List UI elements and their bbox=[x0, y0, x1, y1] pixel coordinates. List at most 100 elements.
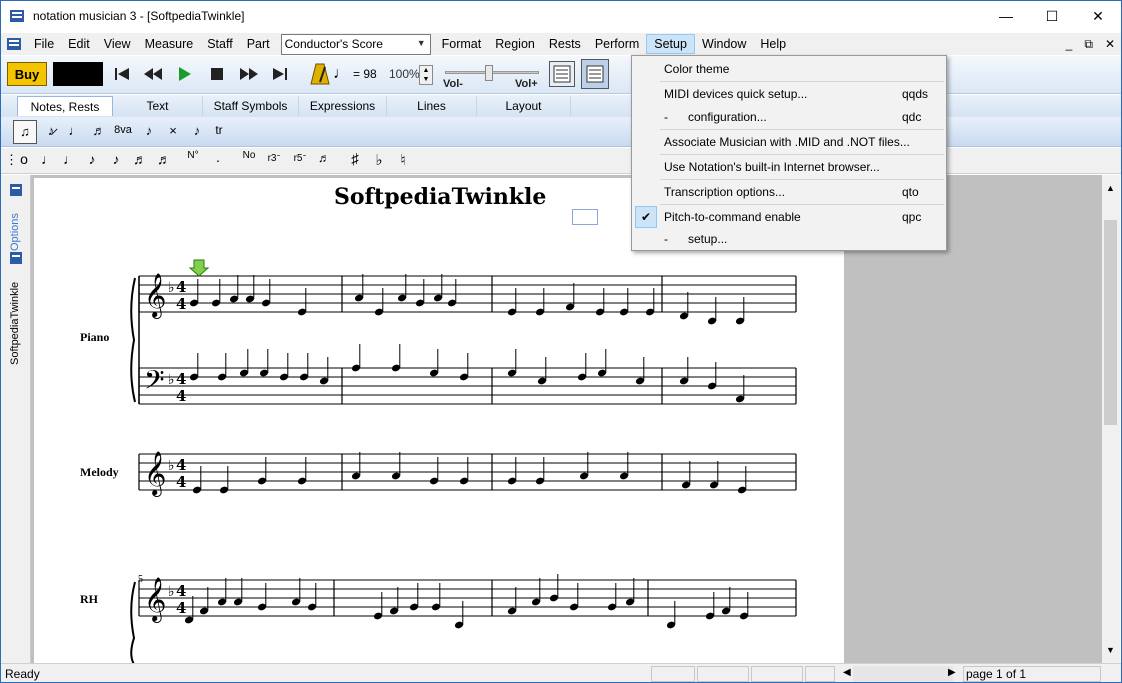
part-combo[interactable]: Conductor's Score ▼ bbox=[280, 33, 431, 55]
tuplet-palette-icon[interactable]: ♬ bbox=[313, 151, 335, 165]
note-entry-icon[interactable]: N° bbox=[185, 150, 201, 161]
close-button[interactable]: ✕ bbox=[1075, 1, 1121, 31]
scroll-up-icon[interactable]: ▲ bbox=[1106, 183, 1115, 193]
buy-button[interactable]: Buy bbox=[7, 62, 47, 86]
stop-icon[interactable] bbox=[206, 64, 228, 84]
menu-item-transcription[interactable]: Transcription options... qto bbox=[632, 181, 946, 203]
time-sig-bottom: 4 bbox=[176, 295, 186, 313]
fast-forward-icon[interactable] bbox=[238, 64, 260, 84]
mdi-close-button[interactable]: ✕ bbox=[1105, 37, 1115, 51]
menu-item-browser[interactable]: Use Notation's built-in Internet browser… bbox=[632, 156, 946, 178]
menu-item-label: - setup... bbox=[664, 232, 728, 246]
menu-rests[interactable]: Rests bbox=[542, 34, 588, 54]
trill-icon[interactable]: tr bbox=[209, 123, 229, 137]
vertical-scroll-thumb[interactable] bbox=[1104, 220, 1117, 425]
menu-item-shortcut: qdc bbox=[902, 110, 922, 124]
menu-view[interactable]: View bbox=[97, 34, 138, 54]
grace-note-icon[interactable]: ♪̷ bbox=[41, 123, 61, 138]
menu-bar: File Edit View Measure Staff Part Conduc… bbox=[1, 33, 1121, 55]
menu-perform[interactable]: Perform bbox=[588, 34, 646, 54]
app-icon bbox=[9, 8, 25, 24]
skip-end-icon[interactable] bbox=[269, 64, 291, 84]
metronome-icon[interactable] bbox=[307, 61, 333, 87]
quarter-note-palette-icon[interactable]: ♩ bbox=[63, 151, 77, 167]
natural-icon[interactable]: ♮ bbox=[393, 151, 413, 169]
app-window: notation musician 3 - [SoftpediaTwinkle]… bbox=[0, 0, 1122, 683]
menu-measure[interactable]: Measure bbox=[138, 34, 201, 54]
menu-staff[interactable]: Staff bbox=[200, 34, 239, 54]
time-sig-top: 4 bbox=[176, 582, 186, 600]
mordent-icon[interactable]: ♪ bbox=[187, 123, 207, 138]
treble-clef: 𝄞 bbox=[144, 273, 166, 319]
menu-item-pitch-setup[interactable]: - setup... bbox=[632, 228, 946, 250]
menu-part[interactable]: Part bbox=[240, 34, 277, 54]
tab-lines[interactable]: Lines bbox=[387, 96, 477, 116]
tab-expressions[interactable]: Expressions bbox=[299, 96, 387, 116]
horizontal-scrollbar[interactable] bbox=[853, 666, 953, 682]
document-icon[interactable] bbox=[5, 35, 23, 53]
sixtyfourth-note-icon[interactable]: ♬ bbox=[157, 151, 171, 167]
tab-staff-symbols[interactable]: Staff Symbols bbox=[203, 96, 299, 116]
time-sig-bottom: 4 bbox=[176, 473, 186, 491]
quintuplet-icon[interactable]: r5ᐨ bbox=[289, 153, 311, 164]
tab-notes-rests[interactable]: Notes, Rests bbox=[17, 96, 113, 116]
menu-file[interactable]: File bbox=[27, 34, 61, 54]
tab-layout[interactable]: Layout bbox=[477, 96, 571, 116]
menu-format[interactable]: Format bbox=[435, 34, 489, 54]
sixteenth-note-icon[interactable]: ♪ bbox=[109, 151, 123, 167]
volume-slider[interactable]: Vol- Vol+ bbox=[441, 63, 543, 90]
sidebar-doc-icon-2[interactable] bbox=[9, 251, 23, 265]
zoom-spinner[interactable]: ▲ ▼ bbox=[419, 65, 433, 85]
tempo-value[interactable]: = 98 bbox=[353, 67, 377, 81]
treble-clef: 𝄞 bbox=[144, 451, 166, 497]
cross-note-icon[interactable]: × bbox=[163, 123, 183, 138]
octave-icon[interactable]: 8va bbox=[111, 124, 135, 136]
sharp-icon[interactable]: ♯ bbox=[345, 151, 365, 168]
skip-start-icon[interactable] bbox=[111, 64, 133, 84]
menu-item-midi-quick-setup[interactable]: MIDI devices quick setup... qqds bbox=[632, 83, 946, 105]
mdi-minimize-button[interactable]: _ bbox=[1066, 37, 1073, 51]
key-flat: ♭ bbox=[168, 584, 175, 600]
half-note-icon[interactable]: ♩ bbox=[41, 151, 55, 167]
menu-item-pitch-to-command[interactable]: ✔ Pitch-to-command enable qpc bbox=[632, 206, 946, 228]
scroll-view-icon[interactable] bbox=[581, 59, 609, 89]
minimize-button[interactable]: — bbox=[983, 1, 1029, 31]
eighth-note-icon[interactable]: ♪ bbox=[85, 151, 99, 167]
tuplet-icon[interactable]: ♬ bbox=[89, 123, 109, 138]
whole-note-icon[interactable]: o bbox=[17, 151, 31, 167]
dot-icon[interactable]: · bbox=[211, 152, 225, 168]
vertical-scrollbar[interactable]: ▲ ▼ bbox=[1102, 175, 1120, 663]
menu-item-color-theme[interactable]: Color theme bbox=[632, 58, 946, 80]
sidebar-tab-options[interactable]: Options bbox=[9, 203, 21, 251]
volume-thumb[interactable] bbox=[485, 65, 493, 81]
scroll-left-icon[interactable]: ◀ bbox=[843, 667, 851, 678]
menu-edit[interactable]: Edit bbox=[61, 34, 97, 54]
page-view-icon[interactable] bbox=[549, 61, 575, 87]
menu-item-associate[interactable]: Associate Musician with .MID and .NOT fi… bbox=[632, 131, 946, 153]
menu-window[interactable]: Window bbox=[695, 34, 753, 54]
maximize-button[interactable]: ☐ bbox=[1029, 1, 1075, 31]
menu-help[interactable]: Help bbox=[753, 34, 793, 54]
time-sig-top: 4 bbox=[176, 278, 186, 296]
stem-icon[interactable]: ♩ bbox=[65, 123, 85, 138]
menu-setup[interactable]: Setup bbox=[646, 34, 695, 54]
rest-entry-icon[interactable]: No bbox=[241, 150, 257, 161]
scroll-right-icon[interactable]: ▶ bbox=[948, 667, 956, 678]
mdi-restore-button[interactable]: ⧉ bbox=[1084, 37, 1093, 52]
zoom-value[interactable]: 100% bbox=[389, 67, 420, 81]
menu-item-midi-configuration[interactable]: - configuration... qdc bbox=[632, 106, 946, 128]
play-icon[interactable] bbox=[174, 64, 196, 84]
status-cell bbox=[697, 666, 749, 682]
tab-text[interactable]: Text bbox=[113, 96, 203, 116]
flat-icon[interactable]: ♭ bbox=[369, 151, 389, 169]
chevron-down-icon: ▼ bbox=[416, 37, 426, 48]
thirtysecond-note-icon[interactable]: ♬ bbox=[133, 151, 147, 167]
scroll-down-icon[interactable]: ▼ bbox=[1106, 645, 1115, 655]
sidebar-tab-document[interactable]: SoftpediaTwinkle bbox=[9, 269, 21, 365]
triplet-icon[interactable]: r3ᐨ bbox=[263, 153, 285, 164]
rewind-icon[interactable] bbox=[142, 64, 164, 84]
menu-region[interactable]: Region bbox=[488, 34, 542, 54]
beam-notes-icon[interactable]: ♫ bbox=[13, 120, 37, 144]
sidebar-doc-icon[interactable] bbox=[9, 183, 23, 197]
accidental-icon[interactable]: ♪ bbox=[139, 123, 159, 138]
